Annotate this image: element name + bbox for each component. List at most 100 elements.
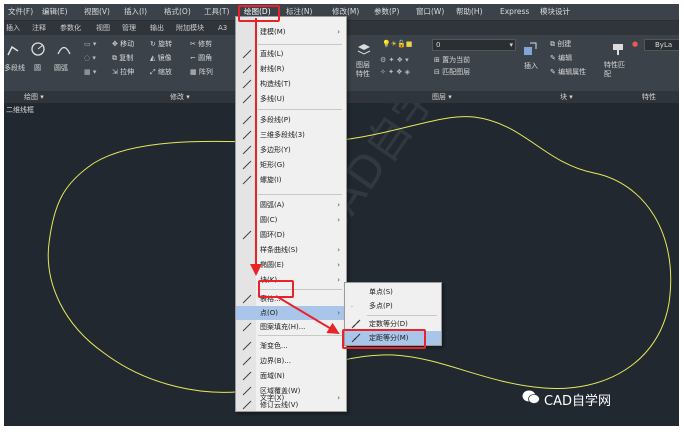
viewport-label[interactable]: 二维线框: [6, 105, 34, 115]
annotation-measure-item: [342, 329, 426, 349]
draw-menu-item-label: 建模(M): [260, 28, 286, 36]
menu-window[interactable]: 窗口(W): [416, 6, 444, 18]
layer-properties-icon[interactable]: [356, 41, 372, 57]
draw-menu-item-ray[interactable]: 射线(R): [236, 62, 346, 76]
scale-button[interactable]: ⤢ 缩放: [150, 67, 172, 77]
menu-module-design[interactable]: 模块设计: [540, 6, 570, 18]
menu-tools[interactable]: 工具(T): [204, 6, 229, 18]
array-button[interactable]: ▦ 阵列: [190, 67, 213, 77]
point-icon: ·: [351, 304, 353, 311]
tab-output[interactable]: 输出: [150, 22, 164, 34]
move-button[interactable]: ✥ 移动: [112, 39, 134, 49]
draw-menu-item-helix[interactable]: 螺旋(I): [236, 173, 346, 187]
menu-edit[interactable]: 编辑(E): [42, 6, 68, 18]
multiple-points-item[interactable]: · 多点(P): [345, 299, 441, 313]
menu-parametric[interactable]: 参数(P): [374, 6, 399, 18]
draw-menu-item-ellipse[interactable]: 椭圆(E) ›: [236, 258, 346, 272]
panel-properties-label[interactable]: 特性: [642, 91, 656, 103]
layer-dropdown[interactable]: 0 ▾: [432, 39, 516, 51]
polyline-button[interactable]: 多段线: [4, 63, 25, 73]
draw-menu-item-3dpoly[interactable]: 三维多段线(3): [236, 128, 346, 142]
draw-menu-item-hatch[interactable]: 图案填充(H)...: [236, 320, 346, 334]
panel-modify-label[interactable]: 修改 ▾: [170, 91, 190, 103]
draw-menu-item-donut[interactable]: 圆环(D): [236, 228, 346, 242]
tab-parametric[interactable]: 参数化: [60, 22, 81, 34]
edit-attributes-button[interactable]: ✎ 编辑属性: [550, 67, 586, 77]
tab-insert[interactable]: 插入: [6, 22, 20, 34]
tab-addins[interactable]: 附加模块: [176, 22, 204, 34]
rotate-button[interactable]: ↻ 旋转: [150, 39, 172, 49]
layer-tools-row-2[interactable]: ✧ ✦ ❖ ◈: [380, 67, 410, 77]
menu-insert[interactable]: 插入(I): [124, 6, 147, 18]
arc-icon[interactable]: [56, 41, 72, 57]
single-point-item[interactable]: 单点(S): [345, 285, 441, 299]
draw-menu-item-label: 点(O): [260, 309, 278, 317]
arc-button[interactable]: 圆弧: [54, 63, 68, 73]
draw-tools-row-1[interactable]: ▭ ▾: [84, 39, 96, 49]
mirror-button[interactable]: ◭ 镜像: [150, 53, 172, 63]
match-properties-icon[interactable]: [610, 41, 626, 57]
draw-menu-item-cube[interactable]: 建模(M) ›: [236, 25, 346, 39]
region-icon: [242, 371, 252, 381]
submenu-arrow-icon: ›: [337, 216, 340, 224]
tab-manage[interactable]: 管理: [122, 22, 136, 34]
draw-menu-item-region[interactable]: 面域(N): [236, 369, 346, 383]
match-properties-button[interactable]: 特性匹配: [604, 61, 628, 79]
copy-button[interactable]: ⧉ 复制: [112, 53, 133, 63]
draw-menu-item-xline[interactable]: 构造线(T): [236, 77, 346, 91]
draw-menu-item-arc[interactable]: 圆弧(A) ›: [236, 198, 346, 212]
submenu-arrow-icon: ›: [337, 28, 340, 36]
menu-express[interactable]: Express: [500, 6, 529, 18]
draw-menu-item-line[interactable]: 直线(L): [236, 47, 346, 61]
draw-menu-item-point[interactable]: 点(O) ›: [236, 306, 346, 320]
color-dropdown[interactable]: ByLa: [644, 39, 679, 51]
draw-menu-item-spline[interactable]: 样条曲线(S) ›: [236, 243, 346, 257]
panel-layers-label[interactable]: 图层 ▾: [432, 91, 452, 103]
submenu-arrow-icon: ›: [337, 276, 340, 284]
tab-annotate[interactable]: 注释: [32, 22, 46, 34]
tab-a3[interactable]: A3: [218, 22, 227, 34]
match-layer-button[interactable]: ⊟ 匹配图层: [434, 67, 470, 77]
layer-tools-row-1[interactable]: ⚙ ✦ ❖ ▾: [380, 55, 409, 65]
mline-icon: [242, 94, 252, 104]
menu-file[interactable]: 文件(F): [8, 6, 33, 18]
helix-icon: [242, 175, 252, 185]
ellipse-icon: [242, 260, 252, 270]
draw-menu-item-circle[interactable]: 圆(C) ›: [236, 213, 346, 227]
layer-dropdown-value: 0: [436, 41, 441, 49]
draw-menu-item-label: 圆弧(A): [260, 201, 285, 209]
circle-button[interactable]: 圆: [34, 63, 41, 73]
draw-menu-item-label: 螺旋(I): [260, 176, 282, 184]
draw-menu-item-label: 多段线(P): [260, 116, 291, 124]
fillet-button[interactable]: ⌐ 圆角: [190, 53, 212, 63]
polyline-icon[interactable]: [6, 43, 20, 57]
menu-view[interactable]: 视图(V): [84, 6, 110, 18]
trim-button[interactable]: ✂ 修剪: [190, 39, 212, 49]
make-current-button[interactable]: ⊞ 置为当前: [434, 55, 470, 65]
draw-menu-item-boundary[interactable]: 边界(B)...: [236, 354, 346, 368]
panel-block-label[interactable]: 块 ▾: [560, 91, 573, 103]
color-wheel-icon[interactable]: ●: [632, 39, 638, 49]
panel-draw-label[interactable]: 绘图 ▾: [24, 91, 44, 103]
draw-tools-row-3[interactable]: ▦ ▾: [84, 67, 96, 77]
menu-help[interactable]: 帮助(H): [456, 6, 483, 18]
edit-block-button[interactable]: ✎ 编辑: [550, 53, 572, 63]
line-icon: [242, 49, 252, 59]
draw-menu-item-pline[interactable]: 多段线(P): [236, 113, 346, 127]
circle-icon[interactable]: [30, 41, 46, 57]
layer-properties-button[interactable]: 图层特性: [356, 61, 376, 79]
submenu-arrow-icon: ›: [337, 394, 340, 402]
draw-menu-item-rect[interactable]: 矩形(G): [236, 158, 346, 172]
draw-menu-item-text[interactable]: 文字(X) ›: [236, 391, 346, 405]
layer-state-icons: 💡☀🔓■: [382, 40, 413, 48]
insert-button[interactable]: 插入: [524, 61, 538, 71]
draw-menu-item-mline[interactable]: 多线(U): [236, 92, 346, 106]
draw-menu-item-gradient[interactable]: 渐变色...: [236, 339, 346, 353]
stretch-button[interactable]: ⇲ 拉伸: [112, 67, 134, 77]
draw-tools-row-2[interactable]: ◌ ▾: [84, 53, 96, 63]
tab-view[interactable]: 视图: [96, 22, 110, 34]
insert-block-icon[interactable]: [522, 41, 538, 57]
menu-format[interactable]: 格式(O): [164, 6, 191, 18]
create-block-button[interactable]: ⧉ 创建: [550, 39, 571, 49]
draw-menu-item-polygon[interactable]: 多边形(Y): [236, 143, 346, 157]
